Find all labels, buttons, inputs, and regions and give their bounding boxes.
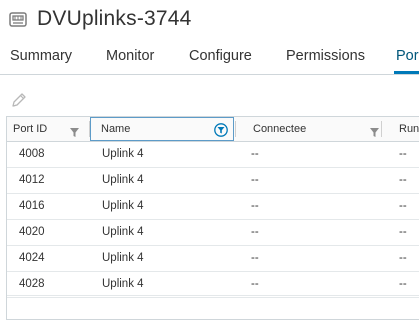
filter-icon[interactable] xyxy=(69,123,80,137)
tab-monitor[interactable]: Monitor xyxy=(106,48,154,64)
table-row[interactable]: 4024 Uplink 4 -- -- xyxy=(7,246,419,272)
cell-name: Uplink 4 xyxy=(102,148,144,160)
cell-connectee: -- xyxy=(251,200,259,212)
tab-ports[interactable]: Por xyxy=(396,48,419,64)
cell-connectee: -- xyxy=(251,278,259,290)
column-header-name[interactable]: Name xyxy=(90,117,234,141)
table-row[interactable]: 4012 Uplink 4 -- -- xyxy=(7,168,419,194)
filter-icon[interactable] xyxy=(369,123,380,137)
cell-connectee: -- xyxy=(251,148,259,160)
page-title: DVUplinks-3744 xyxy=(37,7,192,30)
cell-runtime: -- xyxy=(399,252,407,264)
tab-bar: Summary Monitor Configure Permissions Po… xyxy=(0,44,419,75)
column-header-connectee[interactable]: Connectee xyxy=(236,117,381,141)
cell-runtime: -- xyxy=(399,148,407,160)
filter-circle-icon[interactable] xyxy=(214,122,228,137)
cell-port-id: 4012 xyxy=(19,174,45,186)
cell-runtime: -- xyxy=(399,200,407,212)
cell-runtime: -- xyxy=(399,226,407,238)
cell-port-id: 4024 xyxy=(19,252,45,264)
tab-summary[interactable]: Summary xyxy=(10,48,72,64)
cell-name: Uplink 4 xyxy=(102,252,144,264)
distributed-port-group-icon xyxy=(8,9,28,29)
column-label: Runt xyxy=(399,123,419,135)
cell-port-id: 4028 xyxy=(19,278,45,290)
cell-connectee: -- xyxy=(251,226,259,238)
pencil-icon[interactable] xyxy=(10,91,28,109)
cell-runtime: -- xyxy=(399,174,407,186)
toolbar xyxy=(10,91,28,109)
column-label: Connectee xyxy=(253,123,307,135)
ports-table: Port ID Name Connectee Run 4008 Uplink 4… xyxy=(6,116,419,320)
cell-connectee: -- xyxy=(251,252,259,264)
cell-name: Uplink 4 xyxy=(102,174,144,186)
column-header-runtime[interactable]: Runt xyxy=(382,117,419,141)
cell-port-id: 4008 xyxy=(19,148,45,160)
port-group-page: DVUplinks-3744 Summary Monitor Configure… xyxy=(0,0,419,322)
cell-name: Uplink 4 xyxy=(102,200,144,212)
tab-configure[interactable]: Configure xyxy=(189,48,252,64)
page-header: DVUplinks-3744 xyxy=(8,6,192,32)
table-row[interactable]: 4020 Uplink 4 -- -- xyxy=(7,220,419,246)
table-footer-divider xyxy=(7,295,419,296)
table-row[interactable]: 4016 Uplink 4 -- -- xyxy=(7,194,419,220)
cell-port-id: 4020 xyxy=(19,226,45,238)
active-tab-indicator xyxy=(394,71,419,74)
cell-connectee: -- xyxy=(251,174,259,186)
table-row[interactable]: 4008 Uplink 4 -- -- xyxy=(7,142,419,168)
cell-runtime: -- xyxy=(399,278,407,290)
column-header-port-id[interactable]: Port ID xyxy=(7,117,89,141)
tab-permissions[interactable]: Permissions xyxy=(286,48,365,64)
column-label: Name xyxy=(101,123,131,135)
cell-name: Uplink 4 xyxy=(102,226,144,238)
column-label: Port ID xyxy=(13,123,48,135)
table-header: Port ID Name Connectee Run xyxy=(7,117,419,142)
cell-name: Uplink 4 xyxy=(102,278,144,290)
cell-port-id: 4016 xyxy=(19,200,45,212)
